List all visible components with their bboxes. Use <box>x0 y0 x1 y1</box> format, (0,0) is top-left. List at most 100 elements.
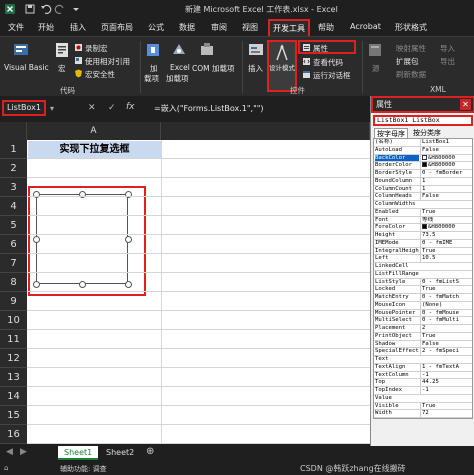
menu-formulas[interactable]: 公式 <box>148 22 164 33</box>
property-value[interactable]: 73.5 <box>420 232 472 239</box>
relative-reference-button[interactable]: 使用相对引用 <box>85 56 130 67</box>
menu-insert[interactable]: 插入 <box>70 22 86 33</box>
property-row[interactable]: TopIndex -1 <box>374 387 472 395</box>
property-value[interactable]: True <box>420 247 472 255</box>
cell-a1[interactable]: 实现下拉复选框 <box>28 141 161 159</box>
import-button[interactable]: 导入 <box>440 43 455 54</box>
add-sheet-icon[interactable]: ⊕ <box>146 446 154 457</box>
undo-icon[interactable] <box>40 3 52 15</box>
property-value[interactable]: 0 - fmIME <box>420 239 472 247</box>
property-row[interactable]: Placement 2 <box>374 325 472 333</box>
resize-handle[interactable] <box>78 280 86 288</box>
property-value[interactable]: 10.5 <box>420 255 472 263</box>
property-row[interactable]: BoundColumn 1 <box>374 177 472 186</box>
property-row[interactable]: BorderStyle 0 - fmBorder <box>374 170 472 178</box>
row-header[interactable]: 14 <box>0 387 27 406</box>
row-header[interactable]: 3 <box>0 178 27 197</box>
property-row[interactable]: TextAlign 1 - fmTextA <box>374 363 472 372</box>
property-row[interactable]: ColumnHeads False <box>374 193 472 201</box>
property-row[interactable]: Height 73.5 <box>374 232 472 240</box>
view-code-button[interactable]: 查看代码 <box>313 57 343 68</box>
property-value[interactable]: 2 <box>420 325 472 332</box>
row-header[interactable]: 10 <box>0 311 27 330</box>
expansion-packs-button[interactable]: 扩展包 <box>396 56 419 67</box>
property-row[interactable]: MultiSelect 0 - fmMulti <box>374 317 472 325</box>
column-header-empty[interactable] <box>161 122 370 140</box>
menu-home[interactable]: 开始 <box>38 22 54 33</box>
tab-categorized[interactable]: 按分类序 <box>411 128 443 138</box>
property-row[interactable]: ListFillRange <box>374 271 472 279</box>
property-value[interactable]: 1 - fmTextA <box>420 363 472 371</box>
property-row[interactable]: Locked True <box>374 286 472 294</box>
property-value[interactable]: (None) <box>420 301 472 309</box>
menu-help[interactable]: 帮助 <box>318 22 334 33</box>
row-header[interactable]: 4 <box>0 197 27 216</box>
row-header[interactable]: 16 <box>0 425 27 444</box>
status-text[interactable]: 辅助功能: 调查 <box>60 464 107 474</box>
row-header[interactable]: 15 <box>0 406 27 425</box>
property-value[interactable]: 0 - fmBorder <box>420 170 472 177</box>
property-value[interactable]: &H800000 <box>420 224 472 232</box>
property-value[interactable]: 0 - fmMatch <box>420 294 472 301</box>
listbox-control[interactable] <box>36 194 128 284</box>
menu-review[interactable]: 审阅 <box>211 22 227 33</box>
save-icon[interactable] <box>24 3 36 15</box>
property-row[interactable]: BackColor &H800000 <box>374 154 472 163</box>
row-header[interactable]: 1 <box>0 140 27 159</box>
menu-data[interactable]: 数据 <box>179 22 195 33</box>
excel-addins-label-2[interactable]: 加载项 <box>166 73 189 84</box>
property-row[interactable]: Value <box>374 395 472 403</box>
export-button[interactable]: 导出 <box>440 56 455 67</box>
property-row[interactable]: (名称) ListBox1 <box>374 139 472 147</box>
source-button[interactable]: 源 <box>372 63 380 74</box>
name-box-dropdown-icon[interactable]: ▾ <box>50 104 54 113</box>
resize-handle[interactable] <box>32 235 40 243</box>
spreadsheet-grid[interactable]: A 1 2 3 4 5 6 7 8 9 10 11 12 13 14 15 16 实现下拉复选框 <box>0 122 370 444</box>
sheet-tab-sheet2[interactable]: Sheet2 <box>100 446 140 460</box>
resize-handle[interactable] <box>124 235 132 243</box>
properties-button[interactable]: 属性 <box>298 40 356 54</box>
property-value[interactable]: 1 <box>420 177 472 185</box>
property-value[interactable]: 0 - fmMulti <box>420 317 472 325</box>
property-row[interactable]: ForeColor &H800000 <box>374 224 472 232</box>
row-header[interactable]: 5 <box>0 216 27 235</box>
property-value[interactable]: False <box>420 146 472 154</box>
property-row[interactable]: TextColumn -1 <box>374 371 472 380</box>
resize-handle[interactable] <box>32 280 40 288</box>
scroll-left-icon[interactable]: ◀ <box>6 447 13 457</box>
menu-view[interactable]: 视图 <box>242 22 258 33</box>
property-value[interactable]: 72 <box>420 410 472 418</box>
property-row[interactable]: Text <box>374 356 472 364</box>
property-row[interactable]: Enabled True <box>374 208 472 217</box>
row-header[interactable]: 13 <box>0 368 27 387</box>
property-value[interactable]: False <box>420 340 472 348</box>
addins-label-2[interactable]: 载项 <box>144 73 159 84</box>
insert-control-button[interactable]: 插入 <box>248 63 263 74</box>
property-value[interactable]: 0 - fmListS <box>420 278 472 286</box>
property-value[interactable]: -1 <box>420 371 472 379</box>
property-row[interactable]: ColumnCount 1 <box>374 185 472 194</box>
property-row[interactable]: IMEMode 0 - fmIME <box>374 239 472 248</box>
property-row[interactable]: Left 10.5 <box>374 255 472 263</box>
property-value[interactable]: 0 - fmMouse <box>420 309 472 317</box>
property-row[interactable]: AutoLoad False <box>374 146 472 155</box>
column-header-a[interactable]: A <box>27 122 161 140</box>
property-row[interactable]: ColumnWidths <box>374 201 472 209</box>
property-row[interactable]: MousePointer 0 - fmMouse <box>374 309 472 318</box>
scroll-right-icon[interactable]: ▶ <box>20 447 27 457</box>
cancel-icon[interactable]: ✕ <box>88 103 96 113</box>
property-value[interactable]: 等线 <box>420 216 472 224</box>
property-row[interactable]: BorderColor &H800000 <box>374 162 472 170</box>
row-header[interactable]: 8 <box>0 273 27 292</box>
property-row[interactable]: SpecialEffect 2 - fmSpeci <box>374 348 472 356</box>
property-row[interactable]: PrintObject True <box>374 332 472 341</box>
row-header[interactable]: 12 <box>0 349 27 368</box>
refresh-data-button[interactable]: 刷新数据 <box>396 69 426 80</box>
property-row[interactable]: Shadow False <box>374 340 472 349</box>
property-value[interactable]: 2 - fmSpeci <box>420 348 472 356</box>
property-row[interactable]: ListStyle 0 - fmListS <box>374 278 472 287</box>
enter-icon[interactable]: ✓ <box>108 103 116 113</box>
property-value[interactable]: &H800000 <box>420 162 472 170</box>
menu-page-layout[interactable]: 页面布局 <box>101 22 133 33</box>
row-header[interactable]: 11 <box>0 330 27 349</box>
